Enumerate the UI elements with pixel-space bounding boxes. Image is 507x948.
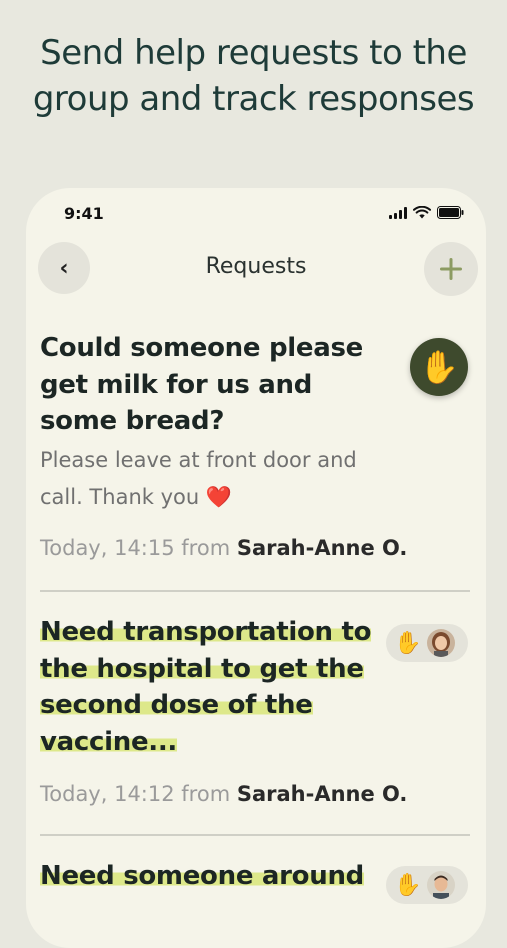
- divider: [40, 590, 470, 592]
- phone-screen: 9:41 ‹ Requests Could someone please get…: [26, 188, 486, 948]
- request-title: Need transportation to the hospital to g…: [40, 617, 372, 757]
- request-item[interactable]: Could someone please get milk for us and…: [40, 330, 470, 560]
- add-request-button[interactable]: [424, 242, 478, 296]
- request-title: Need someone around: [40, 861, 364, 891]
- avatar: [427, 871, 456, 899]
- request-author: Sarah-Anne O.: [236, 782, 408, 806]
- headline: Send help requests to the group and trac…: [32, 33, 475, 119]
- plus-icon: [440, 258, 462, 280]
- request-meta: Today, 14:12 from Sarah-Anne O.: [40, 782, 470, 806]
- raise-hand-button[interactable]: ✋: [410, 338, 468, 396]
- avatar: [427, 629, 456, 657]
- request-title: Could someone please get milk for us and…: [40, 333, 363, 436]
- raised-hand-icon: ✋: [394, 872, 422, 898]
- battery-icon: [437, 206, 464, 219]
- request-meta: Today, 14:15 from Sarah-Anne O.: [40, 536, 470, 560]
- divider: [40, 834, 470, 836]
- nav-title: Requests: [205, 254, 307, 279]
- responders-badge[interactable]: ✋: [386, 624, 468, 662]
- status-icons: [389, 206, 464, 219]
- raised-hand-icon: ✋: [419, 348, 459, 386]
- status-time: 9:41: [64, 204, 104, 223]
- wifi-icon: [413, 206, 431, 219]
- raised-hand-icon: ✋: [394, 630, 422, 656]
- request-author: Sarah-Anne O.: [236, 535, 408, 560]
- request-time: Today, 14:15 from: [40, 535, 237, 560]
- responders-badge[interactable]: ✋: [386, 866, 468, 904]
- signal-icon: [389, 206, 407, 219]
- request-time: Today, 14:12 from: [40, 782, 237, 806]
- request-description: Please leave at front door and call. Tha…: [40, 447, 357, 509]
